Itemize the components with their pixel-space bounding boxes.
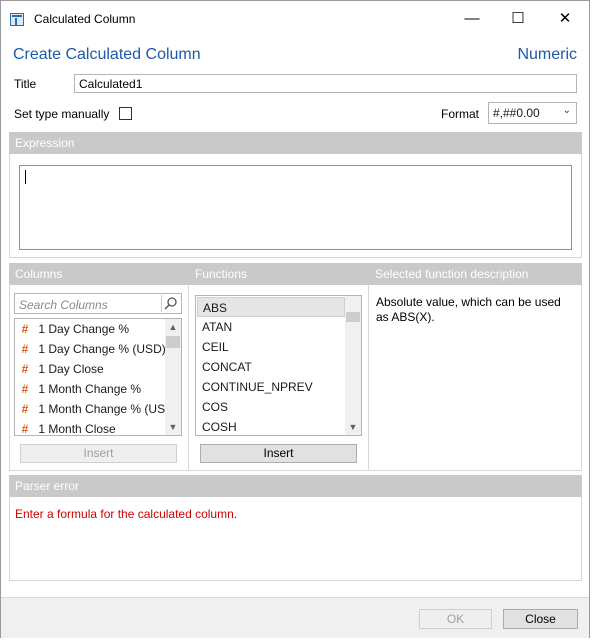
hash-icon: #	[21, 422, 29, 436]
hash-icon: #	[21, 322, 29, 336]
scroll-thumb[interactable]	[166, 336, 180, 348]
list-item[interactable]: # 1 Day Close	[15, 359, 165, 379]
title-input[interactable]	[74, 74, 577, 93]
format-select[interactable]: #,##0.00 ⌄	[488, 102, 577, 124]
dialog-window: Calculated Column — ☐ ✕ Create Calculate…	[0, 0, 590, 638]
dialog-footer: OK Close	[1, 597, 589, 638]
functions-scrollbar[interactable]: ▼	[345, 296, 361, 435]
list-item[interactable]: COS	[202, 397, 342, 417]
hash-icon: #	[21, 402, 29, 416]
scroll-down-icon[interactable]: ▼	[165, 419, 181, 435]
dialog-content: Create Calculated Column Numeric Title S…	[1, 37, 589, 597]
parser-error-message: Enter a formula for the calculated colum…	[15, 507, 238, 521]
expression-editor[interactable]	[19, 165, 572, 250]
functions-header: Functions	[189, 263, 369, 285]
list-item[interactable]: # 1 Month Change % (USD)	[15, 399, 165, 419]
columns-scrollbar[interactable]: ▲ ▼	[165, 319, 181, 435]
format-label: Format	[441, 107, 480, 121]
list-item[interactable]: COSH	[202, 417, 342, 435]
hash-icon: #	[21, 362, 29, 376]
dialog-heading: Create Calculated Column	[13, 46, 201, 63]
minimize-button[interactable]: —	[449, 1, 495, 37]
function-description: Absolute value, which can be used as ABS…	[376, 295, 561, 324]
list-item[interactable]: # 1 Month Close	[15, 419, 165, 436]
list-item[interactable]: CONTINUE_NPREV	[202, 377, 342, 397]
set-type-label: Set type manually	[14, 107, 110, 121]
expression-header: Expression	[9, 132, 582, 154]
format-value: #,##0.00	[493, 106, 540, 120]
search-columns-field[interactable]: Search Columns	[14, 293, 182, 314]
search-icon[interactable]	[161, 295, 180, 312]
title-label: Title	[14, 77, 37, 91]
close-button[interactable]: Close	[503, 609, 578, 629]
divider	[188, 285, 189, 471]
scroll-thumb[interactable]	[346, 312, 360, 322]
description-header: Selected function description	[369, 263, 582, 285]
maximize-button[interactable]: ☐	[495, 1, 541, 37]
scroll-up-icon[interactable]: ▲	[165, 319, 181, 335]
divider	[368, 285, 369, 471]
list-item[interactable]: # 1 Day Change % (USD)	[15, 339, 165, 359]
column-type-label: Numeric	[517, 46, 577, 63]
close-window-button[interactable]: ✕	[542, 1, 588, 37]
list-item[interactable]: # 1 Month Change %	[15, 379, 165, 399]
window-title: Calculated Column	[34, 12, 136, 26]
columns-header: Columns	[9, 263, 189, 285]
list-item-selected[interactable]: ABS	[197, 297, 345, 317]
hash-icon: #	[21, 382, 29, 396]
table-icon	[10, 13, 24, 26]
text-caret	[25, 170, 26, 184]
list-item[interactable]: # 1 Day Change %	[15, 319, 165, 339]
functions-list[interactable]: ABS ATAN CEIL CONCAT CONTINUE_NPREV COS …	[195, 295, 362, 436]
list-item[interactable]: CEIL	[202, 337, 342, 357]
title-bar: Calculated Column — ☐ ✕	[1, 1, 589, 37]
search-placeholder: Search Columns	[19, 298, 108, 312]
insert-function-button[interactable]: Insert	[200, 444, 357, 463]
ok-button[interactable]: OK	[419, 609, 492, 629]
hash-icon: #	[21, 342, 29, 356]
list-item[interactable]: CONCAT	[202, 357, 342, 377]
chevron-down-icon: ⌄	[562, 105, 571, 116]
scroll-down-icon[interactable]: ▼	[345, 419, 361, 435]
parser-error-header: Parser error	[9, 475, 582, 497]
insert-column-button[interactable]: Insert	[20, 444, 177, 463]
columns-list[interactable]: # 1 Day Change % # 1 Day Change % (USD) …	[14, 318, 182, 436]
list-item[interactable]: ATAN	[202, 317, 342, 337]
set-type-checkbox[interactable]	[119, 107, 132, 120]
